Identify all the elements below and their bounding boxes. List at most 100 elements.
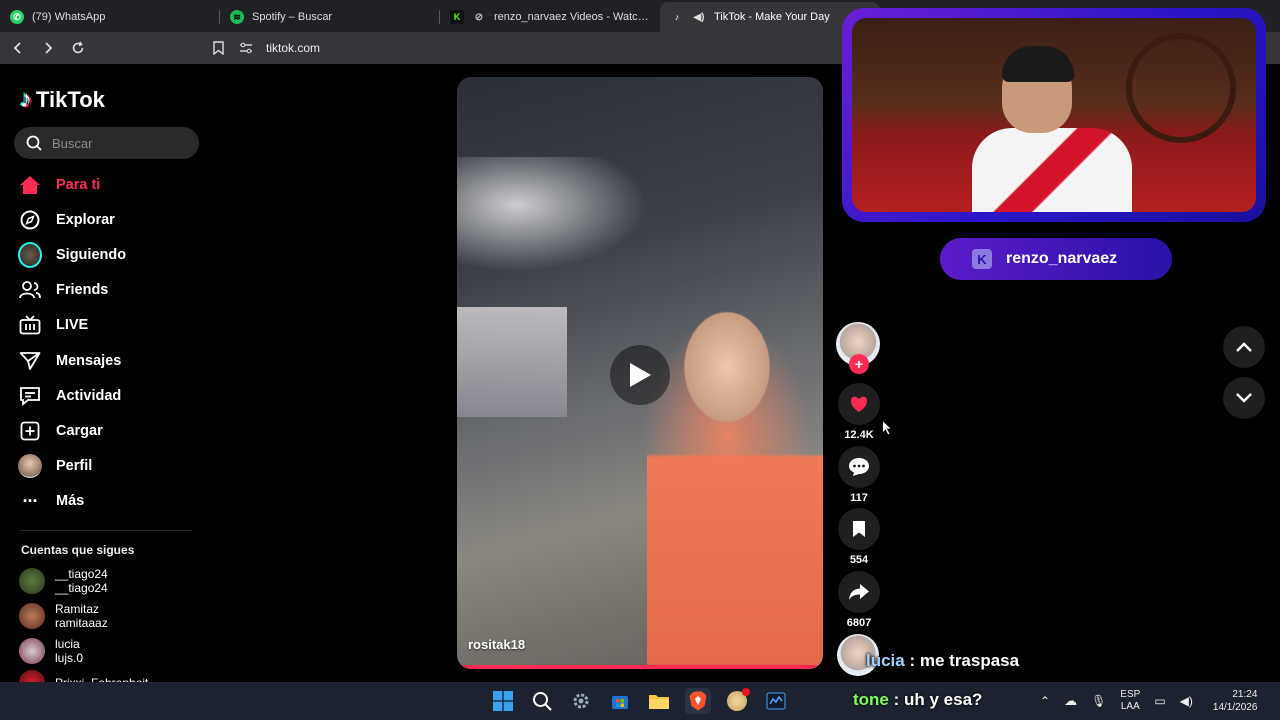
account-handle: ramitaaaz xyxy=(55,616,108,630)
like-count: 12.4K xyxy=(844,429,874,441)
account-name: __tiago24 xyxy=(55,567,108,581)
date: 14/1/2026 xyxy=(1212,702,1258,713)
chevron-up-icon[interactable]: ⌃ xyxy=(1040,694,1050,708)
upload-icon xyxy=(18,419,42,443)
following-account[interactable]: lucia lujs.0 xyxy=(19,637,83,665)
volume-icon[interactable]: ◀) xyxy=(1180,694,1193,708)
reload-icon[interactable] xyxy=(70,40,86,56)
chevron-down-icon xyxy=(1236,393,1252,403)
tab-label: TikTok - Make Your Day xyxy=(714,11,830,23)
tiktok-note-icon: ♪ xyxy=(20,86,32,113)
forward-icon[interactable] xyxy=(40,40,56,56)
video-author[interactable]: rositak18 xyxy=(468,637,525,652)
url-text[interactable]: tiktok.com xyxy=(266,41,320,55)
heart-icon[interactable] xyxy=(838,383,880,425)
channel-name: renzo_narvaez xyxy=(1006,250,1118,267)
time: 21:24 xyxy=(1232,689,1258,700)
tab-spotify[interactable]: ≋ Spotify – Buscar xyxy=(220,2,440,32)
logo-text: TikTok xyxy=(36,87,105,112)
brave-browser-icon[interactable] xyxy=(685,688,711,714)
follow-plus-icon[interactable]: + xyxy=(849,354,869,374)
network-icon[interactable]: ▭ xyxy=(1154,694,1165,708)
profile-avatar-icon xyxy=(18,454,42,479)
share-action[interactable]: 6807 xyxy=(837,571,881,629)
mouse-cursor-icon xyxy=(882,420,892,436)
app-notification-icon[interactable] xyxy=(724,688,750,714)
microphone-icon[interactable]: 🎙︎ xyxy=(1091,694,1106,708)
windows-start-icon[interactable] xyxy=(490,688,516,714)
save-count: 554 xyxy=(849,554,869,566)
avatar xyxy=(19,638,45,664)
following-account[interactable]: __tiago24 __tiago24 xyxy=(19,567,108,595)
nav-actividad[interactable]: Actividad xyxy=(18,378,203,413)
like-action[interactable]: 12.4K xyxy=(837,383,881,441)
muted-speaker-icon[interactable]: ⊘ xyxy=(472,10,486,24)
save-action[interactable]: 554 xyxy=(837,508,881,566)
spotify-icon: ≋ xyxy=(230,10,244,24)
nav-label: Friends xyxy=(56,282,109,299)
chat-user: tone xyxy=(853,690,889,709)
activity-icon xyxy=(18,384,42,408)
kick-icon: K xyxy=(450,10,464,24)
language-indicator[interactable]: ESP LAA xyxy=(1120,689,1140,713)
nav-friends[interactable]: Friends xyxy=(18,273,203,308)
nav-label: Para ti xyxy=(56,176,101,193)
nav-live[interactable]: LIVE xyxy=(18,308,203,343)
chat-message: tone : uh y esa? xyxy=(853,690,983,709)
onedrive-icon[interactable]: ☁ xyxy=(1064,693,1077,709)
webcam-overlay xyxy=(842,8,1266,222)
search-input[interactable] xyxy=(52,135,192,151)
chevron-up-icon xyxy=(1236,342,1252,352)
bookmark-icon[interactable] xyxy=(838,508,880,550)
tab-whatsapp[interactable]: ✆ (79) WhatsApp xyxy=(0,2,220,32)
sidebar-nav: Para ti Explorar Siguiendo Friends LIVE … xyxy=(18,167,203,519)
previous-video-button[interactable] xyxy=(1223,326,1265,368)
site-settings-icon[interactable] xyxy=(238,40,254,56)
search-icon[interactable] xyxy=(529,688,555,714)
tiktok-icon: ♪ xyxy=(674,12,680,22)
comment-action[interactable]: 117 xyxy=(837,446,881,504)
following-account[interactable]: Ramitaz ramitaaaz xyxy=(19,602,108,630)
nav-label: Mensajes xyxy=(56,352,122,369)
tab-kick[interactable]: K ⊘ renzo_narvaez Videos - Watch On xyxy=(440,2,660,32)
nav-label: Perfil xyxy=(56,458,93,475)
creator-avatar[interactable]: + xyxy=(836,322,880,374)
nav-explorar[interactable]: Explorar xyxy=(18,202,203,237)
video-player[interactable]: rositak18 xyxy=(457,77,823,669)
clock[interactable]: 21:24 14/1/2026 xyxy=(1213,688,1258,714)
search-box[interactable] xyxy=(14,127,199,159)
nav-mas[interactable]: ··· Más xyxy=(18,484,203,519)
chat-user: lucia xyxy=(866,651,905,670)
video-progress-bar[interactable] xyxy=(457,665,823,669)
nav-label: LIVE xyxy=(56,317,89,334)
tab-label: (79) WhatsApp xyxy=(32,11,106,23)
nav-label: Cargar xyxy=(56,422,103,439)
nav-cargar[interactable]: Cargar xyxy=(18,413,203,448)
compass-icon xyxy=(18,208,42,232)
nav-mensajes[interactable]: Mensajes xyxy=(18,343,203,378)
account-handle: __tiago24 xyxy=(55,581,108,595)
bookmark-icon[interactable] xyxy=(210,40,226,56)
back-icon[interactable] xyxy=(10,40,26,56)
tab-label: Spotify – Buscar xyxy=(252,11,333,23)
nav-para-ti[interactable]: Para ti xyxy=(18,167,203,202)
stream-app-icon[interactable] xyxy=(763,688,789,714)
share-icon[interactable] xyxy=(838,571,880,613)
nav-perfil[interactable]: Perfil xyxy=(18,449,203,484)
tiktok-logo[interactable]: ♪ TikTok xyxy=(20,86,105,114)
home-icon xyxy=(18,173,42,197)
nav-siguiendo[interactable]: Siguiendo xyxy=(18,237,203,272)
more-icon: ··· xyxy=(22,490,39,511)
comment-icon[interactable] xyxy=(838,446,880,488)
speaker-icon[interactable]: ◀) xyxy=(692,10,706,24)
kick-logo-icon: K xyxy=(972,249,992,269)
file-explorer-icon[interactable] xyxy=(646,688,672,714)
play-button[interactable] xyxy=(610,345,670,405)
screen: ✆ (79) WhatsApp ≋ Spotify – Buscar K ⊘ r… xyxy=(0,0,1280,720)
nav-label: Siguiendo xyxy=(56,246,127,263)
nav-label: Más xyxy=(56,493,85,510)
nav-label: Actividad xyxy=(56,387,122,404)
next-video-button[interactable] xyxy=(1223,377,1265,419)
settings-gear-icon[interactable] xyxy=(568,688,594,714)
store-icon[interactable] xyxy=(607,688,633,714)
